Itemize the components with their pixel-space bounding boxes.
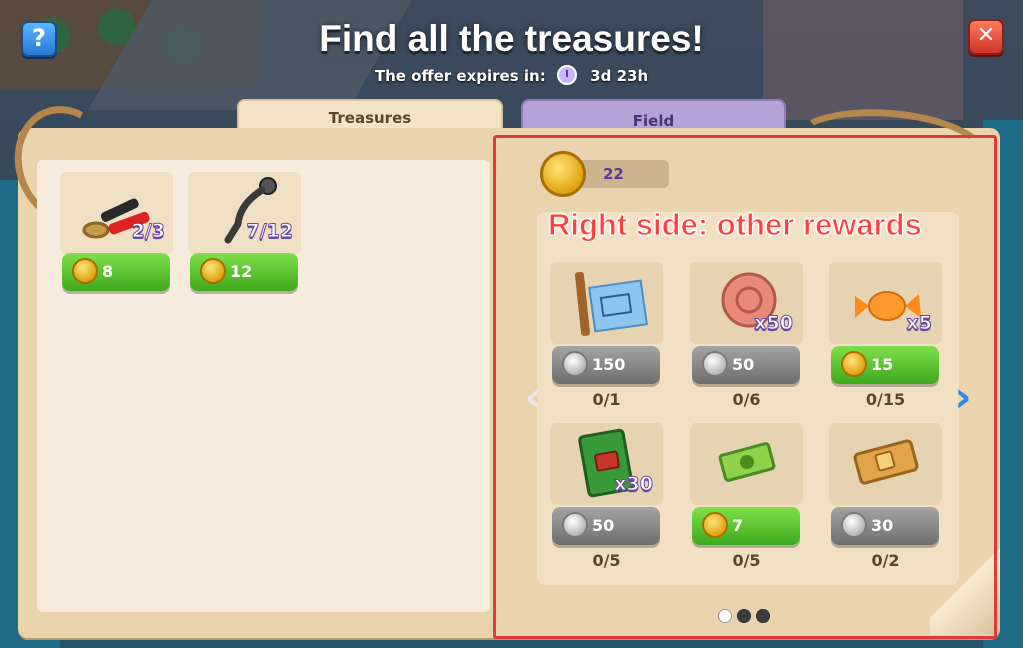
- treasure-image: 2/3: [60, 172, 173, 254]
- page-title: Find all the treasures!: [319, 18, 704, 59]
- clock-icon: [556, 65, 577, 85]
- expiry-label: The offer expires in:: [374, 67, 546, 85]
- buy-treasure-button[interactable]: 12: [190, 253, 298, 291]
- treasure-card: 2/3 8: [60, 172, 173, 296]
- expiry-value: 3d 23h: [590, 67, 649, 85]
- treasure-count: 2/3: [131, 220, 165, 243]
- buy-treasure-button[interactable]: 8: [62, 253, 170, 291]
- gold-coin-icon: [72, 258, 98, 284]
- treasure-card: 7/12 12: [188, 172, 301, 296]
- annotation-label: Right side: other rewards: [548, 207, 923, 243]
- treasure-image: 7/12: [188, 172, 301, 254]
- treasure-count: 7/12: [246, 220, 294, 243]
- price-value: 8: [102, 262, 114, 281]
- gold-coin-icon: [200, 258, 226, 284]
- offer-expiry: The offer expires in: 3d 23h: [0, 65, 1023, 85]
- price-value: 12: [230, 262, 253, 281]
